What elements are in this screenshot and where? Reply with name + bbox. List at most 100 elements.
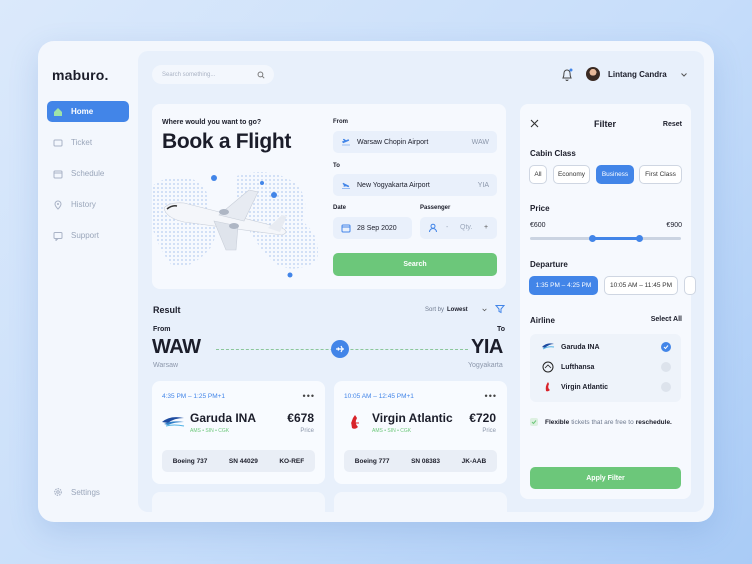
flight-time: 10:05 AM – 12:45 PM+1 — [344, 393, 414, 400]
filter-title: Filter — [594, 119, 617, 129]
qty-placeholder[interactable]: Qty. — [460, 224, 472, 231]
home-icon — [54, 107, 62, 116]
chevron-down-icon[interactable] — [680, 71, 688, 79]
flight-card[interactable]: 10:05 AM – 12:45 PM+1 ••• Virgin Atlanti… — [334, 381, 507, 484]
cabin-option-economy[interactable]: Economy — [553, 165, 590, 184]
departure-option[interactable]: 10:05 AM – 11:45 PM — [604, 276, 678, 295]
more-options-button[interactable]: ••• — [485, 391, 497, 401]
airline-list: Garuda INA Lufthansa Virgin Atlantic — [530, 334, 681, 402]
departure-option[interactable]: 1:35 PM – 4:25 PM — [529, 276, 598, 295]
passenger-stepper[interactable]: - Qty. + — [420, 217, 497, 239]
flexible-text: tickets that are free to — [571, 418, 634, 426]
plane-takeoff-icon — [342, 138, 350, 146]
airline-name: Garuda INA — [190, 411, 257, 425]
sort-dropdown[interactable]: Sort by Lowest — [425, 307, 468, 313]
avatar[interactable] — [586, 67, 600, 81]
main-content: Search something... Lintang Candra Where… — [138, 51, 704, 512]
flight-card-partial[interactable] — [152, 492, 325, 512]
aircraft-type: Boeing 777 — [354, 457, 390, 465]
book-question: Where would you want to go? — [162, 119, 262, 126]
aircraft-type: Boeing 737 — [172, 457, 208, 465]
flight-card[interactable]: 4:35 PM – 1:25 PM+1 ••• Garuda INA AMS •… — [152, 381, 325, 484]
cabin-option-first-class[interactable]: First Class — [639, 165, 682, 184]
flight-price: €720 — [469, 411, 496, 425]
search-placeholder: Search something... — [162, 71, 216, 78]
flexible-tickets-option[interactable]: Flexible tickets that are free to resche… — [530, 418, 674, 426]
price-min-handle[interactable] — [589, 235, 596, 242]
airline-checkbox[interactable] — [661, 362, 671, 372]
to-label: To — [333, 163, 340, 169]
flight-card-partial[interactable] — [334, 492, 507, 512]
search-button[interactable]: Search — [333, 253, 497, 276]
airline-option[interactable]: Garuda INA — [530, 338, 681, 356]
minus-button[interactable]: - — [446, 224, 448, 231]
airline-option[interactable]: Lufthansa — [530, 358, 681, 376]
airline-checkbox[interactable] — [661, 382, 671, 392]
sidebar-nav: Home Ticket Schedule History Support — [47, 101, 129, 256]
sidebar-item-schedule[interactable]: Schedule — [47, 163, 129, 184]
book-flight-panel: Where would you want to go? Book a Fligh… — [152, 104, 506, 289]
price-max: €900 — [666, 222, 682, 229]
cabin-option-business[interactable]: Business — [596, 165, 634, 184]
person-icon — [429, 223, 437, 233]
plane-icon — [336, 345, 344, 353]
flight-number: SN 08383 — [411, 457, 441, 465]
flight-route: AMS • SIN • CGK — [372, 428, 412, 434]
from-field[interactable]: Warsaw Chopin Airport WAW — [333, 131, 497, 153]
to-code: YIA — [477, 181, 489, 189]
flight-price: €678 — [287, 411, 314, 425]
close-icon[interactable] — [530, 119, 539, 128]
world-map-illustration — [152, 172, 318, 278]
user-name[interactable]: Lintang Candra — [608, 70, 667, 79]
flexible-checkbox[interactable] — [530, 418, 538, 426]
passenger-label: Passenger — [420, 205, 451, 211]
filter-icon[interactable] — [495, 304, 505, 314]
departure-option-partial[interactable] — [684, 276, 696, 295]
search-input[interactable]: Search something... — [152, 65, 274, 84]
sort-value: Lowest — [447, 307, 468, 313]
from-city: Warsaw — [153, 362, 179, 369]
date-value: 28 Sep 2020 — [357, 224, 397, 232]
to-field[interactable]: New Yogyakarta Airport YIA — [333, 174, 497, 196]
airline-checkbox-checked[interactable] — [661, 342, 671, 352]
sidebar-item-settings[interactable]: Settings — [53, 487, 100, 497]
to-value: New Yogyakarta Airport — [357, 181, 430, 189]
plus-button[interactable]: + — [484, 224, 488, 231]
app-logo: maburo. — [52, 67, 109, 83]
calendar-icon — [341, 224, 351, 233]
apply-filter-button[interactable]: Apply Filter — [530, 467, 681, 489]
price-min: €600 — [530, 222, 546, 229]
select-all-button[interactable]: Select All — [651, 316, 682, 323]
more-options-button[interactable]: ••• — [303, 391, 315, 401]
price-max-handle[interactable] — [636, 235, 643, 242]
price-label: Price — [482, 428, 496, 434]
page-title: Book a Flight — [162, 130, 292, 153]
sort-label: Sort by — [425, 307, 445, 313]
to-code: YIA — [471, 336, 503, 358]
sidebar-item-label: Home — [71, 107, 94, 116]
sidebar-item-history[interactable]: History — [47, 194, 129, 215]
cabin-option-all[interactable]: All — [529, 165, 547, 184]
filter-panel: Filter Reset Cabin Class All Economy Bus… — [520, 104, 696, 499]
reset-button[interactable]: Reset — [663, 121, 682, 128]
garuda-logo-icon — [542, 343, 555, 350]
flight-details: Boeing 737 SN 44029 KO-REF — [162, 450, 315, 472]
price-range-slider[interactable] — [530, 235, 681, 242]
chat-icon — [53, 231, 63, 241]
date-field[interactable]: 28 Sep 2020 — [333, 217, 412, 239]
chevron-down-icon[interactable] — [481, 307, 488, 313]
notification-bell-icon[interactable] — [561, 68, 573, 81]
sidebar-item-support[interactable]: Support — [47, 225, 129, 246]
result-heading: Result — [153, 305, 181, 315]
airline-option[interactable]: Virgin Atlantic — [530, 378, 681, 396]
garuda-logo-icon — [162, 417, 185, 427]
sidebar-item-label: History — [71, 200, 96, 209]
price-label: Price — [530, 204, 550, 213]
to-city: Yogyakarta — [468, 362, 503, 369]
airline-name: Lufthansa — [561, 363, 595, 371]
flight-number: SN 44029 — [228, 457, 258, 465]
sidebar-item-home[interactable]: Home — [47, 101, 129, 122]
sidebar-item-ticket[interactable]: Ticket — [47, 132, 129, 153]
flight-segment: JK-AAB — [461, 457, 487, 465]
settings-label: Settings — [71, 487, 100, 497]
